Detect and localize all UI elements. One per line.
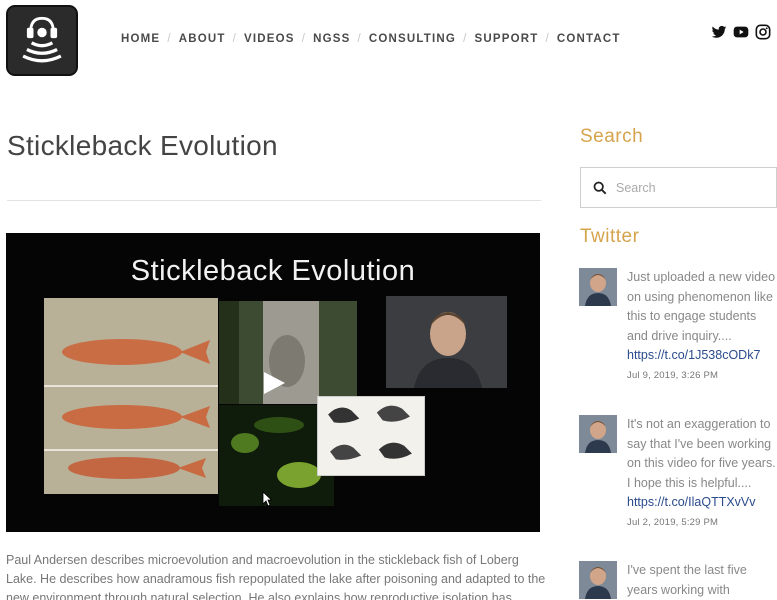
- video-title: Stickleback Evolution: [130, 255, 416, 287]
- search-box[interactable]: [580, 167, 777, 208]
- nav-home[interactable]: HOME: [121, 33, 160, 45]
- nav-contact[interactable]: CONTACT: [557, 33, 621, 45]
- main-nav: HOME / ABOUT / VIDEOS / NGSS / CONSULTIN…: [121, 33, 621, 45]
- avatar[interactable]: [579, 268, 617, 306]
- nav-videos[interactable]: VIDEOS: [244, 33, 295, 45]
- post-title: Stickleback Evolution: [7, 130, 278, 161]
- instagram-icon[interactable]: [755, 24, 771, 40]
- nav-separator: /: [232, 33, 238, 45]
- tweet-date[interactable]: Jul 9, 2019, 3:26 PM: [627, 370, 777, 381]
- tweet-link[interactable]: https://t.co/1J538cODk7: [627, 346, 777, 366]
- play-icon[interactable]: [261, 370, 287, 396]
- tweet-body: I've spent the last five years working w…: [627, 561, 777, 600]
- divider: [7, 200, 541, 201]
- tree-image: [219, 301, 357, 404]
- nav-separator: /: [301, 33, 307, 45]
- search-heading: Search: [580, 126, 644, 147]
- nav-separator: /: [545, 33, 550, 45]
- tweet-text: It's not an exaggeration to say that I'v…: [627, 417, 776, 490]
- nav-support[interactable]: SUPPORT: [474, 33, 538, 45]
- finch-beaks-image: [317, 396, 425, 476]
- nav-consulting[interactable]: CONSULTING: [369, 33, 456, 45]
- twitter-icon[interactable]: [711, 24, 727, 40]
- mouse-cursor-icon: [262, 491, 273, 507]
- avatar[interactable]: [579, 415, 617, 453]
- tweet-text: Just uploaded a new video on using pheno…: [627, 270, 776, 343]
- presenter-image: [386, 296, 507, 388]
- headphones-logo-icon: [8, 7, 76, 74]
- fish-image: [44, 298, 218, 494]
- avatar[interactable]: [579, 561, 617, 599]
- nav-separator: /: [357, 33, 362, 45]
- youtube-icon[interactable]: [733, 24, 749, 40]
- nav-separator: /: [463, 33, 468, 45]
- search-icon: [593, 181, 607, 194]
- social-links: [711, 24, 771, 40]
- nav-separator: /: [167, 33, 172, 45]
- site-logo[interactable]: [6, 5, 78, 76]
- search-input[interactable]: [616, 180, 756, 195]
- tweet-body: It's not an exaggeration to say that I'v…: [627, 415, 777, 528]
- tweet-body: Just uploaded a new video on using pheno…: [627, 268, 777, 381]
- nav-about[interactable]: ABOUT: [179, 33, 226, 45]
- twitter-heading: Twitter: [580, 226, 640, 247]
- nav-ngss[interactable]: NGSS: [313, 33, 350, 45]
- tweet-link[interactable]: https://t.co/IlaQTTXvVv: [627, 493, 777, 513]
- video-player[interactable]: Stickleback Evolution: [6, 233, 540, 532]
- post-description: Paul Andersen describes microevolution a…: [6, 553, 546, 600]
- tweet-text: I've spent the last five years working w…: [627, 563, 747, 597]
- tweet-date[interactable]: Jul 2, 2019, 5:29 PM: [627, 517, 777, 528]
